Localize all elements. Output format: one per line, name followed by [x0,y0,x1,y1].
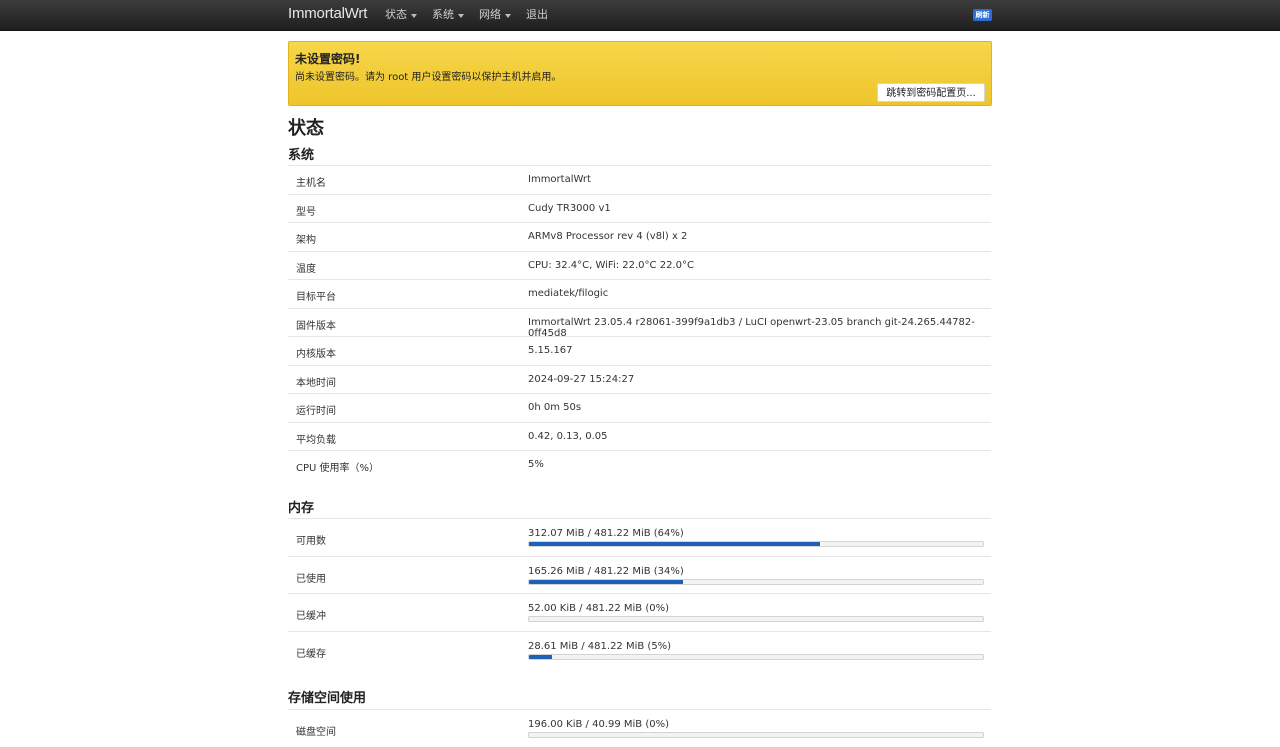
system-row: 主机名 ImmortalWrt [288,165,991,194]
row-value: ImmortalWrt [528,174,591,185]
row-label: 已使用 [296,573,326,585]
alert-text: 尚未设置密码。请为 root 用户设置密码以保护主机并启用。 [295,72,562,83]
usage-text: 312.07 MiB / 481.22 MiB (64%) [528,528,684,539]
system-row: 内核版本 5.15.167 [288,336,991,365]
row-label: 本地时间 [296,377,336,389]
progress-track [528,653,984,660]
progress-fill [529,579,684,584]
row-value: Cudy TR3000 v1 [528,202,611,214]
row-label: 型号 [296,206,316,218]
row-value: ARMv8 Processor rev 4 (v8l) x 2 [528,231,688,242]
system-table: 主机名 ImmortalWrt 型号 Cudy TR3000 v1 架构 ARMv8 Pr… [288,165,991,479]
page-title: 状态 [288,118,324,139]
usage-text: 52.00 KiB / 481.22 MiB (0%) [528,603,670,614]
system-row: 目标平台 mediatek/filogic [288,279,991,308]
top-navbar: ImmortalWrt 状态 系统 网络 退出 刷新 [0,0,1280,31]
row-label: 运行时间 [296,406,336,417]
memory-row: 已缓冲 52.00 KiB / 481.22 MiB (0%) [288,593,991,631]
progress-fill [529,654,552,659]
menu-logout-label: 退出 [526,8,548,21]
system-row: CPU 使用率（%） 5% [288,450,991,479]
usage-text: 165.26 MiB / 481.22 MiB (34%) [528,565,684,577]
system-row: 温度 CPU: 32.4°C, WiFi: 22.0°C 22.0°C [288,250,991,280]
row-value: 0h 0m 50s [528,402,582,413]
row-label: 架构 [296,235,316,246]
row-label: CPU 使用率（%） [296,463,380,474]
menu-logout[interactable]: 退出 [526,0,548,30]
chevron-down-icon [411,13,417,18]
memory-row: 可用数 312.07 MiB / 481.22 MiB (64%) [288,518,991,556]
row-value: 0.42, 0.13, 0.05 [528,430,608,442]
system-row: 型号 Cudy TR3000 v1 [288,193,991,223]
progress-track [528,541,984,547]
row-label: 目标平台 [296,292,336,303]
progress-fill [529,542,820,546]
menu-status-label: 状态 [385,8,407,21]
main-menu: 状态 系统 网络 退出 [385,0,563,30]
system-row: 运行时间 0h 0m 50s [288,393,991,422]
alert-title: 未设置密码! [295,52,361,66]
usage-bar: 52.00 KiB / 481.22 MiB (0%) [528,603,984,622]
usage-bar: 165.26 MiB / 481.22 MiB (34%) [528,566,984,585]
menu-network-label: 网络 [479,8,501,21]
chevron-down-icon [458,13,464,18]
menu-system[interactable]: 系统 [432,0,464,30]
memory-row: 已使用 165.26 MiB / 481.22 MiB (34%) [288,555,991,594]
system-row: 架构 ARMv8 Processor rev 4 (v8l) x 2 [288,222,991,251]
storage-row: 磁盘空间 196.00 KiB / 40.99 MiB (0%) [288,709,991,747]
system-row: 固件版本 ImmortalWrt 23.05.4 r28061-399f9a1db… [288,307,991,339]
progress-track [528,578,984,585]
row-value: CPU: 32.4°C, WiFi: 22.0°C 22.0°C [528,259,694,271]
usage-bar: 28.61 MiB / 481.22 MiB (5%) [528,641,984,660]
memory-row: 已缓存 28.61 MiB / 481.22 MiB (5%) [288,630,991,669]
row-label: 内核版本 [296,349,336,360]
row-label: 温度 [296,263,316,275]
storage-section-title: 存储空间使用 [288,691,367,706]
system-row: 平均负载 0.42, 0.13, 0.05 [288,421,991,451]
usage-bar: 196.00 KiB / 40.99 MiB (0%) [528,719,984,738]
progress-track [528,616,984,622]
progress-track [528,732,984,738]
system-section-title: 系统 [288,148,315,163]
system-row: 本地时间 2024-09-27 15:24:27 [288,364,991,394]
no-password-alert: 未设置密码! 尚未设置密码。请为 root 用户设置密码以保护主机并启用。 跳转… [288,41,992,106]
storage-table: 磁盘空间 196.00 KiB / 40.99 MiB (0%) [288,709,991,747]
usage-text: 196.00 KiB / 40.99 MiB (0%) [528,719,670,730]
refresh-button[interactable]: 刷新 [973,9,992,21]
row-value: mediatek/filogic [528,288,609,299]
menu-system-label: 系统 [432,8,454,21]
row-label: 固件版本 [296,320,336,332]
row-label: 已缓存 [296,648,326,660]
row-label: 可用数 [296,536,326,547]
usage-bar: 312.07 MiB / 481.22 MiB (64%) [528,528,984,547]
goto-password-button[interactable]: 跳转到密码配置页... [877,83,985,102]
row-value: 5.15.167 [528,345,573,356]
row-label: 已缓冲 [296,611,326,622]
row-label: 主机名 [296,178,326,189]
row-label: 平均负载 [296,434,336,446]
row-label: 磁盘空间 [296,727,336,738]
brand-logo[interactable]: ImmortalWrt [288,5,367,22]
row-value: 2024-09-27 15:24:27 [528,373,635,385]
menu-status[interactable]: 状态 [385,0,417,30]
memory-section-title: 内存 [288,501,315,516]
usage-text: 28.61 MiB / 481.22 MiB (5%) [528,640,672,652]
chevron-down-icon [505,13,511,18]
menu-network[interactable]: 网络 [479,0,511,30]
row-value: 5% [528,459,544,470]
memory-table: 可用数 312.07 MiB / 481.22 MiB (64%) 已使用 165.2… [288,518,991,668]
